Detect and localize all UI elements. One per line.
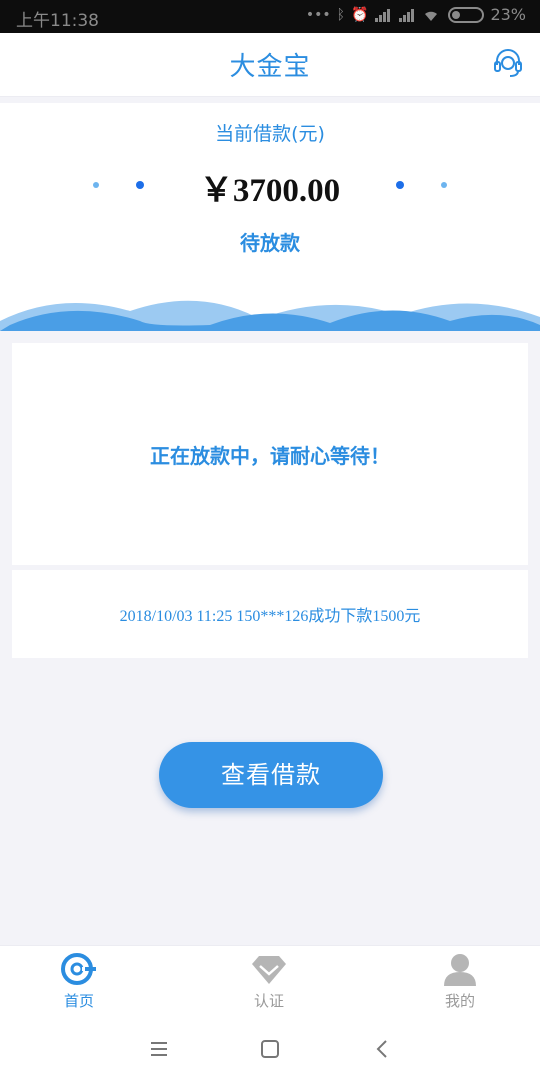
home-nav-icon[interactable] [257,1036,283,1062]
signal-2-icon [399,8,415,22]
home-icon [61,953,96,985]
diamond-icon [252,956,286,984]
loan-label: 当前借款(元) [215,123,325,145]
decor-dot [441,182,447,188]
loan-amount: ￥3700.00 [199,173,341,209]
loan-status: 待放款 [240,231,300,255]
signal-icon [375,8,391,22]
dots-icon: ••• [305,6,331,23]
system-nav-bar [0,1018,540,1080]
user-icon [444,954,476,986]
tab-bar: 首页 认证 我的 [0,945,540,1018]
wave-decoration [0,300,540,331]
alarm-icon: ⏰ [351,6,369,23]
view-loan-button[interactable]: 查看借款 [159,742,383,808]
ticker-card: 2018/10/03 11:25 150***126成功下款1500元 [12,570,528,658]
info-message: 正在放款中，请耐心等待！ [150,444,390,468]
status-time: 上午11:38 [16,11,99,31]
tab-mine[interactable]: 我的 [420,952,500,1016]
tab-verify[interactable]: 认证 [229,952,309,1016]
ticker-text: 2018/10/03 11:25 150***126成功下款1500元 [119,608,421,625]
back-icon[interactable] [370,1036,396,1062]
page-title: 大金宝 [229,52,311,82]
tab-home[interactable]: 首页 [39,952,119,1016]
bluetooth-icon: ᛒ [336,6,345,23]
wifi-icon [425,11,438,21]
status-bar: 上午11:38 ••• ᛒ ⏰ 23% [0,0,540,33]
app-header: 大金宝 [0,33,540,97]
menu-icon[interactable] [146,1036,172,1062]
info-card: 正在放款中，请耐心等待！ [12,343,528,565]
status-icons: ••• ᛒ ⏰ 23% [306,5,526,24]
tab-label: 首页 [63,992,94,1010]
tab-label: 认证 [253,992,284,1010]
battery-icon [448,6,485,23]
loan-summary: 当前借款(元) ￥3700.00 待放款 [0,103,540,331]
customer-service-icon[interactable] [492,47,524,79]
battery-level: 23% [490,5,526,24]
tab-label: 我的 [444,992,475,1010]
decor-dot [396,181,404,189]
